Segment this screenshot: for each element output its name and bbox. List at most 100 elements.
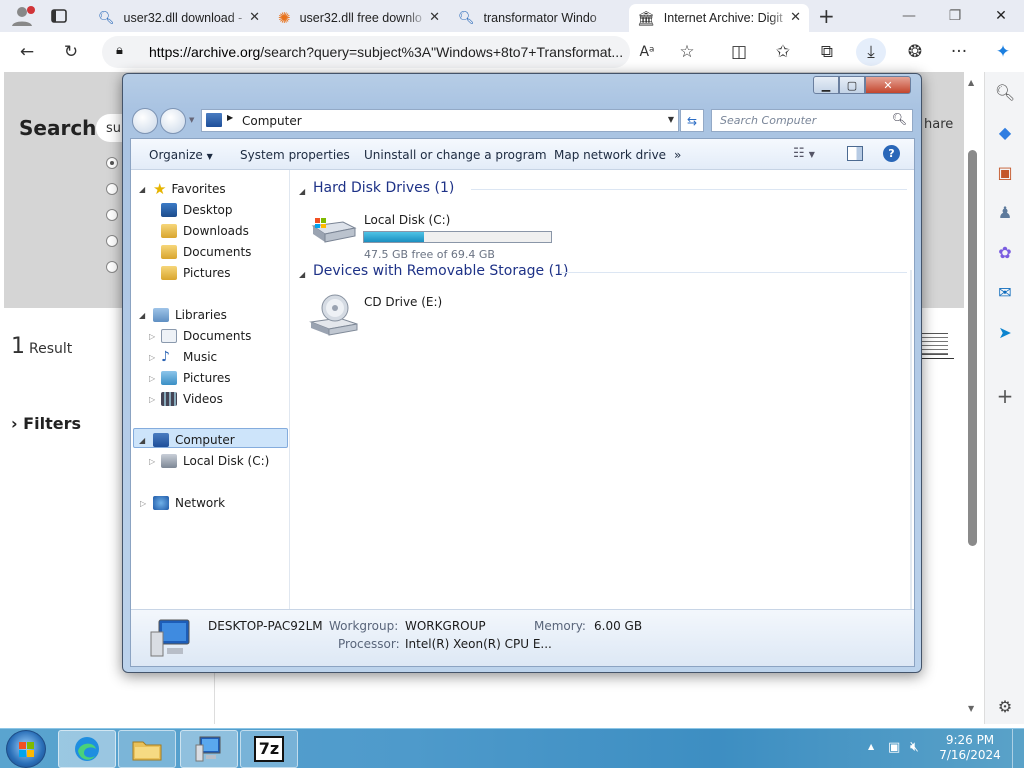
- radio-5[interactable]: [106, 261, 118, 273]
- extensions-icon[interactable]: ❂: [900, 38, 930, 66]
- group-collapse-icon[interactable]: ◢: [299, 270, 305, 279]
- nav-downloads[interactable]: Downloads: [161, 221, 249, 241]
- collapsed-icon[interactable]: ▷: [140, 499, 146, 508]
- group-hard-disk-drives[interactable]: Hard Disk Drives (1): [313, 180, 454, 196]
- taskbar-computer[interactable]: [180, 730, 238, 768]
- address-text[interactable]: Computer: [242, 114, 302, 128]
- sidebar-telegram-icon[interactable]: ➤: [993, 320, 1017, 344]
- sidebar-shopping-icon[interactable]: ◆: [993, 120, 1017, 144]
- collections-icon[interactable]: ⧉: [812, 38, 842, 66]
- search-computer-box[interactable]: Search Computer 🔍︎: [711, 109, 913, 132]
- search-icon[interactable]: 🔍︎: [892, 112, 907, 126]
- sidebar-tools-icon[interactable]: ▣: [993, 160, 1017, 184]
- share-label[interactable]: hare: [924, 117, 953, 132]
- local-disk-name[interactable]: Local Disk (C:): [364, 213, 450, 227]
- sidebar-copilot-icon[interactable]: ✿: [993, 240, 1017, 264]
- tab-internet-archive[interactable]: 🏛︎ Internet Archive: Digit ✕: [629, 4, 809, 32]
- back-button[interactable]: [132, 108, 158, 134]
- read-aloud-icon[interactable]: Aᵃ: [632, 38, 662, 66]
- help-icon[interactable]: ?: [883, 145, 900, 162]
- address-box[interactable]: ▶ Computer ▼: [201, 109, 679, 132]
- close-tab-icon[interactable]: ✕: [249, 9, 260, 25]
- system-properties-button[interactable]: System properties: [240, 148, 350, 162]
- recent-pages-icon[interactable]: ▼: [189, 116, 194, 124]
- expanded-icon[interactable]: ◢: [139, 311, 145, 320]
- tab-user32-free-download[interactable]: ✺ user32.dll free downlo ✕: [270, 4, 448, 32]
- explorer-close-button[interactable]: ✕: [865, 76, 911, 94]
- group-collapse-icon[interactable]: ◢: [299, 187, 305, 196]
- view-options-icon[interactable]: ☷ ▼: [793, 146, 815, 161]
- restore-icon[interactable]: ❐: [932, 0, 978, 32]
- show-hidden-icons[interactable]: ▲: [868, 742, 874, 751]
- local-disk-icon[interactable]: [309, 210, 357, 244]
- nav-documents[interactable]: Documents: [161, 242, 251, 262]
- radio-4[interactable]: [106, 235, 118, 247]
- new-tab-icon[interactable]: +: [818, 4, 835, 28]
- radio-2[interactable]: [106, 183, 118, 195]
- nav-music[interactable]: ♪ Music: [161, 347, 217, 367]
- radio-1[interactable]: [106, 157, 118, 169]
- back-icon[interactable]: ←: [12, 38, 42, 66]
- taskbar-7zip[interactable]: 7z: [240, 730, 298, 768]
- refresh-icon[interactable]: ⇆: [680, 109, 704, 132]
- nav-network[interactable]: Network: [153, 493, 225, 513]
- nav-pictures[interactable]: Pictures: [161, 263, 231, 283]
- expanded-icon[interactable]: ◢: [139, 185, 145, 194]
- minimize-icon[interactable]: —: [886, 0, 932, 32]
- clock[interactable]: 9:26 PM 7/16/2024: [938, 733, 1002, 763]
- nav-lib-pictures[interactable]: Pictures: [161, 368, 231, 388]
- sidebar-add-icon[interactable]: +: [993, 384, 1017, 408]
- page-scrollbar[interactable]: ▲ ▼: [964, 72, 984, 724]
- group-removable-storage[interactable]: Devices with Removable Storage (1): [313, 263, 568, 279]
- network-tray-icon[interactable]: ▣: [888, 740, 900, 755]
- explorer-minimize-button[interactable]: ▁: [813, 76, 839, 94]
- collapsed-icon[interactable]: ▷: [149, 332, 155, 341]
- nav-videos[interactable]: Videos: [161, 389, 223, 409]
- cd-drive-icon[interactable]: [309, 292, 359, 336]
- map-network-drive-button[interactable]: Map network drive: [554, 148, 666, 162]
- filters-toggle[interactable]: › Filters: [11, 414, 81, 433]
- nav-libraries[interactable]: Libraries: [153, 305, 227, 325]
- tab-actions-icon[interactable]: [50, 8, 68, 24]
- more-menu-icon[interactable]: ···: [944, 38, 974, 66]
- nav-local-disk[interactable]: Local Disk (C:): [161, 451, 269, 471]
- lock-icon[interactable]: 🔒︎: [116, 43, 123, 58]
- nav-lib-documents[interactable]: Documents: [161, 326, 251, 346]
- more-commands-button[interactable]: »: [674, 148, 681, 162]
- organize-button[interactable]: Organize ▼: [149, 148, 213, 162]
- show-desktop-button[interactable]: [1012, 729, 1024, 768]
- url-text[interactable]: https://archive.org/search?query=subject…: [149, 44, 629, 60]
- favorites-icon[interactable]: ✩: [768, 38, 798, 66]
- collapsed-icon[interactable]: ▷: [149, 353, 155, 362]
- refresh-icon[interactable]: ↻: [56, 38, 86, 66]
- url-bar[interactable]: 🔒︎ https://archive.org/search?query=subj…: [102, 36, 630, 68]
- nav-computer[interactable]: Computer: [153, 430, 235, 450]
- sidebar-games-icon[interactable]: ♟: [993, 200, 1017, 224]
- favorite-star-icon[interactable]: ☆: [672, 38, 702, 66]
- tab-user32-download[interactable]: 🔍︎ user32.dll download - ✕: [90, 4, 268, 32]
- copilot-icon[interactable]: ✦: [988, 38, 1018, 66]
- scroll-down-icon[interactable]: ▼: [968, 704, 974, 713]
- nav-favorites[interactable]: ★ Favorites: [153, 179, 226, 199]
- expanded-icon[interactable]: ◢: [139, 436, 145, 445]
- collapsed-icon[interactable]: ▷: [149, 374, 155, 383]
- breadcrumb-arrow-icon[interactable]: ▶: [227, 113, 233, 122]
- address-dropdown-icon[interactable]: ▼: [668, 115, 674, 124]
- nav-desktop[interactable]: Desktop: [161, 200, 233, 220]
- split-screen-icon[interactable]: ◫: [724, 38, 754, 66]
- collapsed-icon[interactable]: ▷: [149, 457, 155, 466]
- uninstall-program-button[interactable]: Uninstall or change a program: [364, 148, 547, 162]
- radio-3[interactable]: [106, 209, 118, 221]
- list-view-icon[interactable]: [922, 333, 948, 355]
- downloads-icon[interactable]: ⤓: [856, 38, 886, 66]
- volume-muted-icon[interactable]: 🔇︎: [910, 739, 919, 755]
- cd-drive-name[interactable]: CD Drive (E:): [364, 295, 442, 309]
- taskbar-file-explorer[interactable]: [118, 730, 176, 768]
- profile-avatar[interactable]: [10, 5, 36, 27]
- close-tab-icon[interactable]: ✕: [429, 9, 440, 25]
- preview-pane-icon[interactable]: [847, 146, 863, 161]
- tab-transformator[interactable]: 🔍︎ transformator Windo: [450, 4, 628, 32]
- scroll-up-icon[interactable]: ▲: [968, 78, 974, 87]
- forward-button[interactable]: [160, 108, 186, 134]
- taskbar-edge[interactable]: [58, 730, 116, 768]
